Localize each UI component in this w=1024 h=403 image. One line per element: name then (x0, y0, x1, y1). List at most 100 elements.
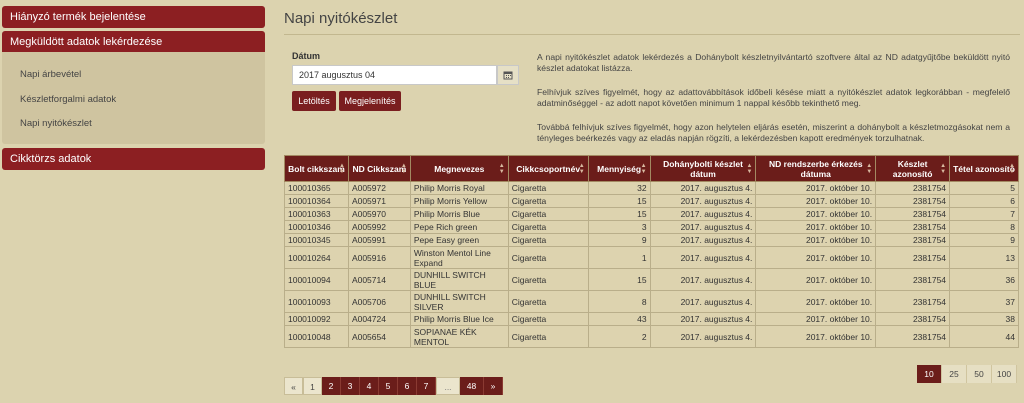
table-cell: 13 (949, 246, 1019, 269)
table-cell: 2017. október 10. (755, 290, 877, 313)
pagination-page[interactable]: 2 (322, 377, 341, 395)
table-cell: 2381754 (875, 194, 951, 208)
table-row: 100010363 A005970 Philip Morris Blue Cigare… (284, 207, 1019, 221)
sort-icon: ▲ ▼ (1009, 162, 1015, 175)
table-cell: 2381754 (875, 207, 951, 221)
col-header-category[interactable]: Cikkcsoportnév ▲ ▼ (507, 155, 589, 182)
col-header-quantity[interactable]: Mennyiség ▲ ▼ (587, 155, 651, 182)
table-cell: Winston Mentol Line Expand (409, 246, 509, 269)
sidebar-btn-sent-data-query[interactable]: Megküldött adatok lekérdezése (2, 31, 265, 53)
pagination-prev[interactable]: « (284, 377, 303, 395)
table-cell: 2017. október 10. (755, 325, 877, 348)
sort-icon: ▲ ▼ (940, 162, 947, 175)
table-cell: 2381754 (875, 220, 951, 234)
col-header-shop-stock-date[interactable]: Dohánybolti készlet dátum ▲ ▼ (649, 155, 757, 182)
date-label: Dátum (292, 51, 321, 61)
col-header-nd-sku[interactable]: ND Cikkszam ▲ ▼ (347, 155, 411, 182)
table-cell: Philip Morris Royal (409, 181, 509, 195)
sort-icon: ▲ ▼ (746, 162, 753, 175)
table-cell: 1 (587, 246, 651, 269)
table-cell: 2017. augusztus 4. (649, 325, 757, 348)
page-size-selector: 10 25 50 100 (917, 365, 1017, 383)
table-cell: 3 (587, 220, 651, 234)
table-cell: 2381754 (875, 233, 951, 247)
table-cell: 2017. augusztus 4. (649, 268, 757, 291)
pagination-page[interactable]: 4 (360, 377, 379, 395)
table-cell: 15 (587, 194, 651, 208)
table-cell: A005706 (347, 290, 411, 313)
table-cell: A005714 (347, 268, 411, 291)
col-header-name[interactable]: Megnevezes ▲ ▼ (409, 155, 509, 182)
table-cell: 2017. október 10. (755, 220, 877, 234)
table-cell: 2017. augusztus 4. (649, 246, 757, 269)
table-row: 100010092 A004724 Philip Morris Blue Ice Ci… (284, 312, 1019, 326)
pagination-page[interactable]: 1 (303, 377, 322, 395)
table-cell: 100010363 (284, 207, 349, 221)
table-row: 100010346 A005992 Pepe Rich green Cigaretta… (284, 220, 1019, 234)
table-cell: 2017. augusztus 4. (649, 194, 757, 208)
page-size-option[interactable]: 10 (917, 365, 942, 383)
table-cell: 32 (587, 181, 651, 195)
submenu-item-stock-movements[interactable]: Készletforgalmi adatok (20, 94, 116, 105)
page-size-option[interactable]: 25 (942, 365, 967, 383)
date-input[interactable] (292, 65, 497, 85)
table-row: 100010364 A005971 Philip Morris Yellow Ciga… (284, 194, 1019, 208)
table-cell: 2381754 (875, 290, 951, 313)
table-row: 100010365 A005972 Philip Morris Royal Cigar… (284, 181, 1019, 195)
table-cell: A005992 (347, 220, 411, 234)
sidebar-btn-item-master[interactable]: Cikktörzs adatok (2, 148, 265, 170)
info-paragraph-1: A napi nyitókészlet adatok lekérdezés a … (537, 52, 1010, 73)
pagination-page[interactable]: 5 (379, 377, 398, 395)
table-cell: 2017. augusztus 4. (649, 181, 757, 195)
table-row: 100010048 A005654 SOPIANAE KÉK MENTOL Cigar… (284, 325, 1019, 348)
table-cell: A005972 (347, 181, 411, 195)
table-cell: Philip Morris Blue Ice (409, 312, 509, 326)
table-cell: 100010093 (284, 290, 349, 313)
table-cell: 2017. október 10. (755, 181, 877, 195)
download-button[interactable]: Letöltés (292, 91, 336, 111)
table-cell: 100010364 (284, 194, 349, 208)
table-cell: 100010094 (284, 268, 349, 291)
table-cell: Cigaretta (507, 207, 589, 221)
pagination-page[interactable]: 48 (460, 377, 484, 395)
show-button[interactable]: Megjelenítés (339, 91, 401, 111)
sidebar-btn-missing-product[interactable]: Hiányzó termék bejelentése (2, 6, 265, 28)
submenu-item-daily-revenue[interactable]: Napi árbevétel (20, 69, 81, 80)
pagination-ellipsis: ... (436, 377, 460, 395)
pagination-page[interactable]: 6 (398, 377, 417, 395)
sort-icon: ▲ ▼ (640, 162, 647, 175)
page-size-option[interactable]: 50 (967, 365, 992, 383)
table-cell: 100010346 (284, 220, 349, 234)
table-cell: 38 (949, 312, 1019, 326)
col-header-stock-id[interactable]: Készlet azonosító ▲ ▼ (875, 155, 951, 182)
table-cell: 2017. október 10. (755, 207, 877, 221)
table-cell: Pepe Easy green (409, 233, 509, 247)
table-cell: 2017. augusztus 4. (649, 290, 757, 313)
table-cell: A004724 (347, 312, 411, 326)
table-cell: 9 (587, 233, 651, 247)
info-paragraph-3: Továbbá felhívjuk szíves figyelmét, hogy… (537, 122, 1010, 143)
calendar-button[interactable] (497, 65, 519, 85)
table-cell: 8 (949, 220, 1019, 234)
page-size-option[interactable]: 100 (992, 365, 1017, 383)
pagination-page[interactable]: 7 (417, 377, 436, 395)
opening-stock-table: Bolt cikkszam ▲ ▼ ND Cikkszam ▲ ▼ Megnevezes… (284, 155, 1019, 348)
table-cell: DUNHILL SWITCH BLUE (409, 268, 509, 291)
sort-icon: ▲ ▼ (498, 162, 505, 175)
table-cell: 2381754 (875, 325, 951, 348)
table-cell: 9 (949, 233, 1019, 247)
table-cell: 36 (949, 268, 1019, 291)
table-cell: Cigaretta (507, 220, 589, 234)
pagination-next[interactable]: » (484, 377, 503, 395)
table-cell: Cigaretta (507, 181, 589, 195)
table-cell: A005970 (347, 207, 411, 221)
submenu-item-daily-opening-stock[interactable]: Napi nyitókészlet (20, 118, 92, 129)
col-header-nd-arrival-date[interactable]: ND rendszerbe érkezés dátuma ▲ ▼ (755, 155, 877, 182)
col-header-shop-sku[interactable]: Bolt cikkszam ▲ ▼ (284, 155, 349, 182)
pagination-page[interactable]: 3 (341, 377, 360, 395)
pagination: «1 2 3 4 5 6 7... 48» (284, 377, 503, 395)
col-header-item-id[interactable]: Tétel azonosító ▲ ▼ (949, 155, 1019, 182)
table-cell: 7 (949, 207, 1019, 221)
table-cell: 2017. október 10. (755, 246, 877, 269)
table-cell: 2381754 (875, 181, 951, 195)
